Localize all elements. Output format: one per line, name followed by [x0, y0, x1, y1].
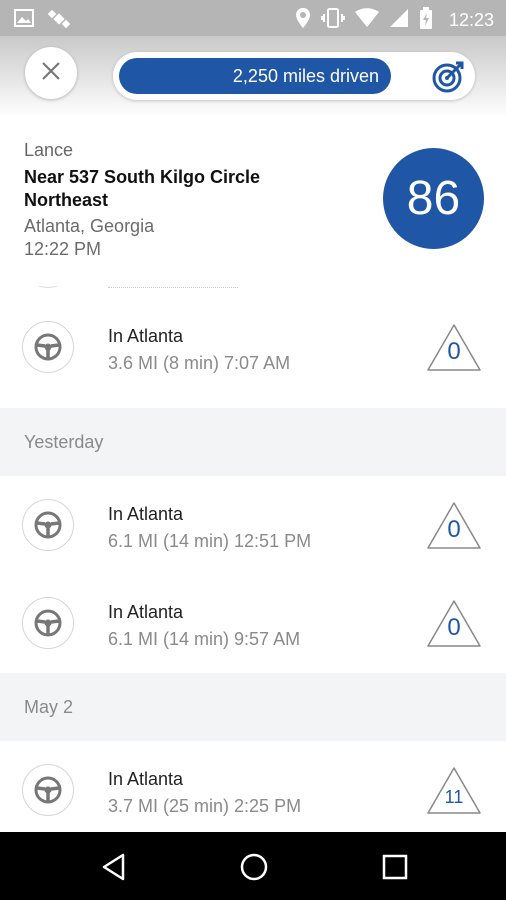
home-button[interactable]	[239, 852, 269, 882]
trip-title: In Atlanta	[108, 326, 184, 346]
trip-title: In Atlanta	[108, 602, 184, 622]
partial-steering-wheel-icon	[22, 286, 74, 288]
trip-row[interactable]: In Atlanta 3.6 MI (8 min) 7:07 AM 0	[0, 298, 506, 396]
driver-name: Lance	[24, 140, 74, 160]
trip-events-badge[interactable]: 11	[425, 765, 483, 817]
location-city: Atlanta, Georgia	[24, 216, 155, 236]
location-pin-icon	[295, 7, 311, 34]
trip-detail: 6.1 MI (14 min) 12:51 PM	[108, 531, 312, 551]
steering-wheel-icon	[22, 321, 74, 373]
target-button[interactable]	[431, 60, 465, 94]
trip-row[interactable]: In Atlanta 3.7 MI (25 min) 2:25 PM 11	[0, 741, 506, 839]
close-icon	[41, 61, 61, 86]
back-triangle-icon	[102, 853, 125, 881]
back-button[interactable]	[99, 852, 129, 882]
miles-driven-bar[interactable]: 2,250 miles driven	[119, 58, 391, 94]
trip-events-badge[interactable]: 0	[425, 500, 483, 552]
driving-score-value: 86	[406, 172, 461, 225]
steering-wheel-icon	[22, 499, 74, 551]
trip-detail: 3.7 MI (25 min) 2:25 PM	[108, 796, 302, 816]
close-button[interactable]	[25, 47, 77, 99]
partial-trip-text	[108, 286, 238, 288]
status-bar: 12:23	[0, 0, 506, 36]
miles-driven-label: 2,250 miles driven	[232, 65, 379, 86]
recents-square-icon	[382, 854, 408, 880]
target-icon	[431, 61, 465, 98]
satellite-icon	[47, 8, 71, 35]
section-header-may-2: May 2	[0, 673, 506, 741]
steering-wheel-icon	[22, 597, 74, 649]
trip-row[interactable]: In Atlanta 6.1 MI (14 min) 12:51 PM 0	[0, 476, 506, 574]
trip-row[interactable]: In Atlanta 6.1 MI (14 min) 9:57 AM 0	[0, 574, 506, 672]
trip-events-badge[interactable]: 0	[425, 598, 483, 650]
vibrate-icon	[320, 7, 345, 34]
status-time: 12:23	[448, 10, 494, 30]
trip-events-count: 0	[447, 516, 461, 543]
trip-title: In Atlanta	[108, 769, 184, 789]
miles-pill: 2,250 miles driven	[113, 52, 475, 100]
location-card: Lance Near 537 South Kilgo Circle Northe…	[0, 118, 506, 286]
android-nav-bar	[0, 832, 506, 900]
driving-score-badge[interactable]: 86	[383, 148, 484, 249]
home-circle-icon	[240, 853, 268, 881]
recents-button[interactable]	[380, 852, 410, 882]
steering-wheel-icon	[22, 764, 74, 816]
trip-events-count: 11	[444, 787, 464, 807]
section-label: May 2	[24, 697, 74, 717]
section-header-yesterday: Yesterday	[0, 408, 506, 476]
wifi-icon	[354, 8, 379, 33]
partial-trip-row	[0, 286, 506, 292]
image-icon	[14, 8, 34, 35]
trip-detail: 3.6 MI (8 min) 7:07 AM	[108, 353, 291, 373]
trip-events-badge[interactable]: 0	[425, 322, 483, 374]
trip-events-count: 0	[447, 338, 461, 365]
top-header: 2,250 miles driven	[0, 36, 506, 118]
trip-events-count: 0	[447, 614, 461, 641]
battery-charging-icon	[419, 7, 433, 34]
trip-detail: 6.1 MI (14 min) 9:57 AM	[108, 629, 301, 649]
signal-icon	[389, 8, 409, 33]
location-address: Near 537 South Kilgo Circle Northeast	[24, 167, 261, 210]
location-time: 12:22 PM	[24, 239, 102, 259]
trip-title: In Atlanta	[108, 504, 184, 524]
section-label: Yesterday	[24, 432, 104, 452]
